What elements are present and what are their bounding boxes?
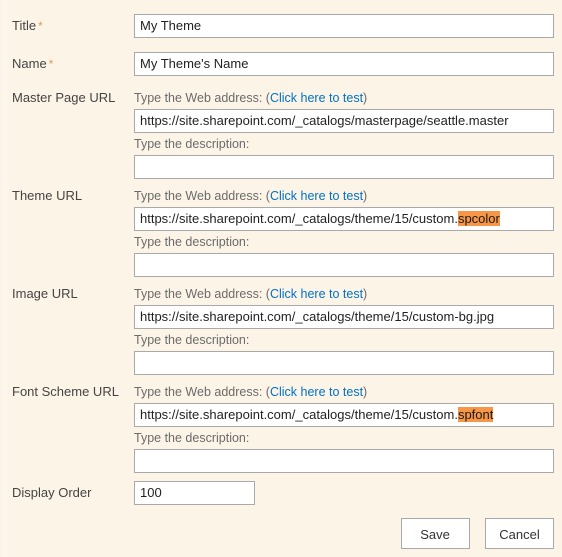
display-order-field-column: 100 — [134, 481, 554, 505]
web-address-suffix-text: ) — [363, 189, 368, 203]
image-url-label: Image URL — [12, 286, 78, 301]
theme-url-field-column: Type the Web address: (Click here to tes… — [134, 188, 554, 277]
web-address-suffix-text: ) — [363, 287, 368, 301]
font-scheme-url-field-column: Type the Web address: (Click here to tes… — [134, 384, 554, 473]
font-scheme-url-description-input[interactable] — [134, 449, 554, 473]
theme-url-label: Theme URL — [12, 188, 83, 203]
display-order-input[interactable]: 100 — [134, 481, 255, 505]
form-actions: Save Cancel — [0, 518, 554, 549]
theme-properties-form: Title * My Theme Name * My Theme's Name Ma… — [0, 0, 562, 557]
theme-url-test-link[interactable]: Click here to test — [270, 189, 363, 203]
font-scheme-url-input[interactable]: https://site.sharepoint.com/_catalogs/th… — [134, 403, 554, 427]
title-field-column: My Theme — [134, 14, 554, 38]
save-button[interactable]: Save — [400, 518, 470, 549]
theme-url-input[interactable]: https://site.sharepoint.com/_catalogs/th… — [134, 207, 554, 231]
font-scheme-url-text-plain: https://site.sharepoint.com/_catalogs/th… — [140, 407, 458, 422]
display-order-label: Display Order — [12, 485, 92, 500]
name-field-column: My Theme's Name — [134, 52, 554, 76]
master-page-url-label: Master Page URL — [12, 90, 116, 105]
font-scheme-url-label: Font Scheme URL — [12, 384, 119, 399]
web-address-suffix-text: ) — [363, 385, 368, 399]
image-url-text-plain: https://site.sharepoint.com/_catalogs/th… — [140, 309, 495, 324]
title-input[interactable]: My Theme — [134, 14, 554, 38]
master-page-url-text-plain: https://site.sharepoint.com/_catalogs/ma… — [140, 113, 509, 128]
web-address-prefix-text: Type the Web address: ( — [134, 287, 270, 301]
cancel-button[interactable]: Cancel — [485, 518, 554, 549]
master-page-url-test-link[interactable]: Click here to test — [270, 91, 363, 105]
master-page-url-description-input[interactable] — [134, 155, 554, 179]
name-input[interactable]: My Theme's Name — [134, 52, 554, 76]
image-url-description-hint: Type the description: — [134, 333, 250, 347]
image-url-input[interactable]: https://site.sharepoint.com/_catalogs/th… — [134, 305, 554, 329]
name-label-text: Name — [12, 56, 47, 71]
theme-url-description-input[interactable] — [134, 253, 554, 277]
web-address-prefix-text: Type the Web address: ( — [134, 91, 270, 105]
master-page-url-web-address-hint: Type the Web address: (Click here to tes… — [134, 90, 554, 107]
master-page-url-field-column: Type the Web address: (Click here to tes… — [134, 90, 554, 179]
master-page-url-input[interactable]: https://site.sharepoint.com/_catalogs/ma… — [134, 109, 554, 133]
title-label-text: Title — [12, 18, 37, 33]
theme-url-text-plain: https://site.sharepoint.com/_catalogs/th… — [140, 211, 458, 226]
web-address-suffix-text: ) — [363, 91, 368, 105]
title-required-marker: * — [38, 19, 43, 33]
theme-url-web-address-hint: Type the Web address: (Click here to tes… — [134, 188, 554, 205]
name-required-marker: * — [48, 57, 54, 71]
theme-url-description-hint: Type the description: — [134, 235, 250, 249]
image-url-web-address-hint: Type the Web address: (Click here to tes… — [134, 286, 554, 303]
font-scheme-url-description-hint: Type the description: — [134, 431, 250, 445]
font-scheme-url-text-highlight: spfont — [457, 407, 494, 422]
web-address-prefix-text: Type the Web address: ( — [134, 189, 270, 203]
image-url-test-link[interactable]: Click here to test — [270, 287, 363, 301]
title-label: Title * — [12, 18, 43, 34]
image-url-description-input[interactable] — [134, 351, 554, 375]
font-scheme-url-test-link[interactable]: Click here to test — [270, 385, 363, 399]
image-url-field-column: Type the Web address: (Click here to tes… — [134, 286, 554, 375]
theme-url-text-highlight: spcolor — [457, 211, 500, 226]
font-scheme-url-web-address-hint: Type the Web address: (Click here to tes… — [134, 384, 554, 401]
web-address-prefix-text: Type the Web address: ( — [134, 385, 270, 399]
name-label: Name * — [12, 56, 53, 72]
master-page-url-description-hint: Type the description: — [134, 137, 250, 151]
